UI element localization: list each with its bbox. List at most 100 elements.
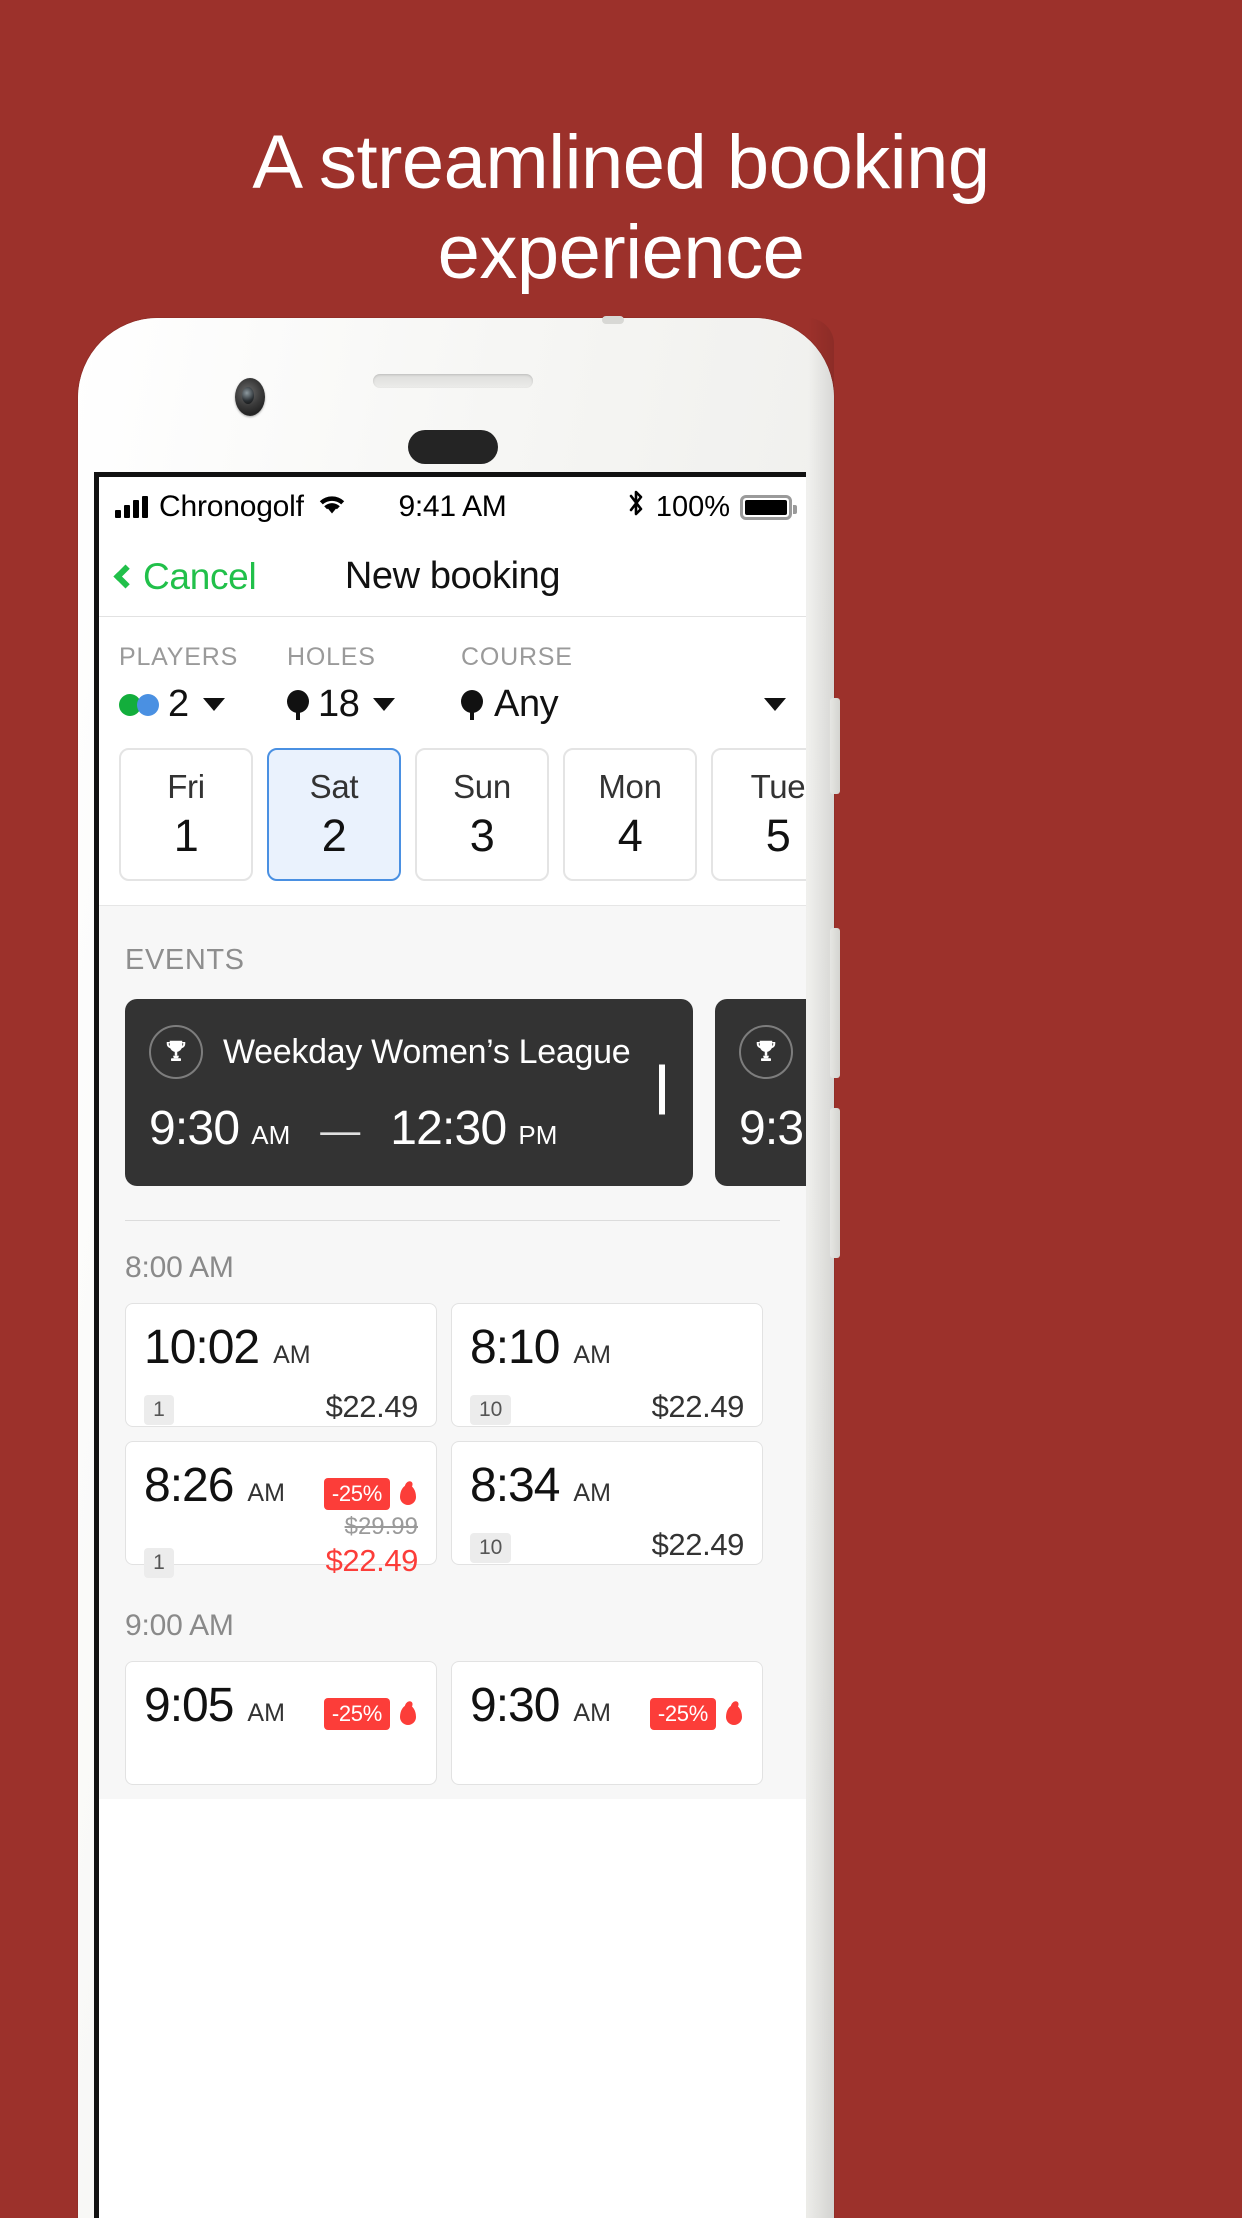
tee-time-slot-top: 8:10 AM bbox=[470, 1320, 744, 1375]
tee-time-ampm: AM bbox=[573, 1479, 611, 1507]
filter-players-label: PLAYERS bbox=[119, 643, 239, 671]
tee-time-original-price: $29.99 bbox=[344, 1513, 418, 1540]
phone-right-edge bbox=[808, 318, 834, 2218]
tee-time-badges: -25% bbox=[649, 1698, 744, 1730]
filter-course-label: COURSE bbox=[461, 643, 573, 671]
tee-time-ampm: AM bbox=[247, 1479, 285, 1507]
date-pill[interactable]: Sun 3 bbox=[415, 748, 549, 881]
earpiece-speaker bbox=[373, 374, 533, 388]
event-start-ampm: AM bbox=[251, 1120, 291, 1150]
date-pill-dow: Fri bbox=[167, 767, 205, 805]
tee-time-row: 10:02 AM 1 $22.49 8:10 AM 10 $22.49 bbox=[99, 1303, 806, 1441]
filter-row: PLAYERS 2 HOLES 18 COURSE Any bbox=[119, 643, 786, 726]
tee-time-slot[interactable]: 10:02 AM 1 $22.49 bbox=[125, 1303, 437, 1427]
price-wrap: $22.49 bbox=[325, 1389, 419, 1425]
date-pill-selected[interactable]: Sat 2 bbox=[267, 748, 401, 881]
event-end-time: 12:30 bbox=[390, 1102, 507, 1155]
tee-time-group-label: 9:00 AM bbox=[125, 1609, 234, 1642]
discount-badge: -25% bbox=[323, 1478, 390, 1510]
discount-badge: -25% bbox=[323, 1698, 390, 1730]
price-wrap: $22.49 bbox=[652, 1527, 745, 1563]
event-card-header: W bbox=[739, 1025, 806, 1079]
tee-time-badges: -25% bbox=[323, 1698, 418, 1730]
tee-time-value: 8:26 bbox=[144, 1459, 234, 1512]
date-pill[interactable]: Mon 4 bbox=[563, 748, 697, 881]
status-bar: Chronogolf 9:41 AM 100% bbox=[99, 477, 806, 537]
event-start-time: 9:3 bbox=[739, 1102, 804, 1155]
event-card-arrow[interactable] bbox=[659, 1064, 665, 1115]
filter-holes[interactable]: HOLES 18 bbox=[287, 643, 461, 726]
fire-icon bbox=[398, 1701, 418, 1727]
tee-time-price: $22.49 bbox=[325, 1542, 419, 1578]
discount-badge: -25% bbox=[649, 1698, 716, 1730]
tee-time-slot[interactable]: 8:26 AM -25% 1 $29.99 $22.49 bbox=[125, 1441, 437, 1579]
player-dots-icon bbox=[119, 693, 159, 716]
home-indicator bbox=[408, 430, 498, 464]
caret-down-icon bbox=[202, 698, 225, 711]
filter-course[interactable]: COURSE Any bbox=[461, 643, 786, 726]
promo-headline-line1: A streamlined booking bbox=[252, 120, 990, 205]
filter-players[interactable]: PLAYERS 2 bbox=[119, 643, 287, 726]
navigation-bar: Cancel New booking bbox=[99, 537, 806, 617]
holes-badge: 1 bbox=[144, 1394, 174, 1425]
caret-down-icon bbox=[373, 698, 396, 711]
events-section-label: EVENTS bbox=[125, 944, 245, 976]
tee-time-slot[interactable]: 8:10 AM 10 $22.49 bbox=[451, 1303, 763, 1427]
phone-volume-up-button[interactable] bbox=[830, 928, 840, 1078]
filter-course-value-row: Any bbox=[461, 683, 786, 726]
filter-holes-value: 18 bbox=[318, 683, 360, 725]
status-bar-left: Chronogolf bbox=[115, 490, 349, 524]
caret-down-icon bbox=[764, 698, 786, 711]
date-pill[interactable]: Fri 1 bbox=[119, 748, 253, 881]
chevron-left-icon bbox=[113, 564, 138, 589]
event-card[interactable]: W 9:3 bbox=[715, 999, 806, 1186]
phone-mute-switch[interactable] bbox=[830, 698, 840, 794]
date-pill-day: 1 bbox=[173, 809, 199, 861]
event-card-title: Weekday Women’s League bbox=[223, 1032, 631, 1071]
tee-time-slot-bottom: 1 $22.49 bbox=[144, 1389, 418, 1425]
price-wrap: $29.99 $22.49 bbox=[325, 1513, 419, 1578]
tee-time-value: 8:34 bbox=[470, 1459, 560, 1512]
phone-volume-down-button[interactable] bbox=[830, 1108, 840, 1258]
tee-time-slot[interactable]: 8:34 AM 10 $22.49 bbox=[451, 1441, 763, 1565]
tee-time-slot[interactable]: 9:05 AM -25% bbox=[125, 1661, 437, 1785]
tee-time-ampm: AM bbox=[573, 1699, 611, 1727]
battery-full-icon bbox=[740, 494, 797, 520]
event-card-header: Weekday Women’s League bbox=[149, 1025, 669, 1079]
date-pill-dow: Sat bbox=[309, 767, 359, 805]
golf-tee-icon bbox=[287, 689, 309, 720]
filter-players-value-row: 2 bbox=[119, 683, 287, 726]
tee-time-badges: -25% bbox=[323, 1478, 418, 1510]
tee-time-slot[interactable]: 9:30 AM -25% bbox=[451, 1661, 763, 1785]
tee-time-slot-bottom: 10 $22.49 bbox=[470, 1389, 744, 1425]
date-pill-day: 4 bbox=[617, 809, 643, 861]
front-camera-icon bbox=[235, 378, 265, 416]
fire-icon bbox=[398, 1481, 418, 1507]
cancel-button[interactable]: Cancel bbox=[113, 556, 257, 598]
date-pill[interactable]: Tue 5 bbox=[711, 748, 806, 881]
tee-time-ampm: AM bbox=[573, 1341, 611, 1369]
tee-time-slot-top: 10:02 AM bbox=[144, 1320, 418, 1375]
filter-bar: PLAYERS 2 HOLES 18 COURSE Any bbox=[99, 617, 806, 726]
filter-holes-value-row: 18 bbox=[287, 683, 461, 726]
phone-screen: Chronogolf 9:41 AM 100% Cancel New booki… bbox=[94, 472, 806, 2218]
event-card[interactable]: Weekday Women’s League 9:30 AM — 12:30 P… bbox=[125, 999, 693, 1186]
holes-badge: 10 bbox=[470, 1394, 512, 1425]
chevron-right-icon bbox=[659, 1064, 665, 1114]
tee-time-value: 9:05 bbox=[144, 1679, 234, 1732]
date-pill-dow: Sun bbox=[453, 767, 511, 805]
tee-time-ampm: AM bbox=[273, 1341, 311, 1369]
tee-time-ampm: AM bbox=[247, 1699, 285, 1727]
tee-time-slot-bottom: 1 $29.99 $22.49 bbox=[144, 1513, 419, 1579]
trophy-icon bbox=[739, 1025, 793, 1079]
date-selector[interactable]: Fri 1 Sat 2 Sun 3 Mon 4 Tue 5 bbox=[99, 726, 806, 906]
promo-headline: A streamlined booking experience bbox=[0, 118, 1242, 297]
fire-icon bbox=[724, 1701, 744, 1727]
event-card-times: 9:30 AM — 12:30 PM bbox=[149, 1101, 669, 1156]
filter-players-value: 2 bbox=[168, 683, 189, 725]
tee-time-price: $22.49 bbox=[325, 1389, 419, 1424]
events-carousel[interactable]: Weekday Women’s League 9:30 AM — 12:30 P… bbox=[99, 999, 806, 1186]
date-pill-dow: Mon bbox=[598, 767, 662, 805]
status-bar-right: 100% bbox=[626, 488, 797, 526]
tee-time-value: 8:10 bbox=[470, 1321, 560, 1374]
